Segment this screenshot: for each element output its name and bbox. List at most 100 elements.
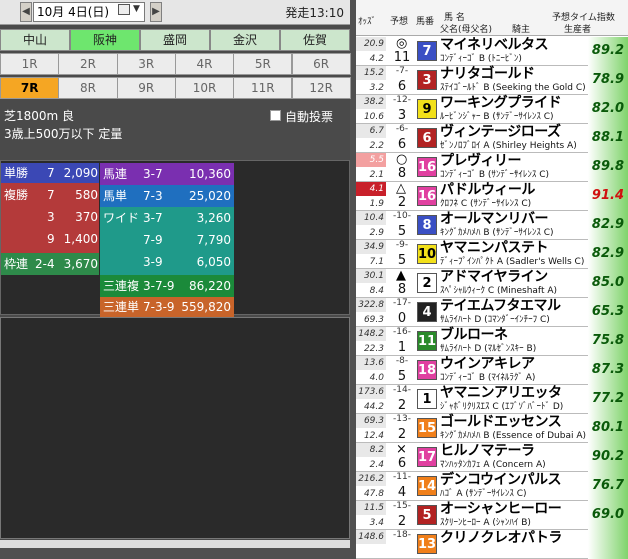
- tansho-num: 7: [47, 166, 55, 180]
- horse-name[interactable]: ナリタゴールド: [440, 66, 535, 82]
- table-row[interactable]: 148.2 22.3 -16- 1 11 ブルローネ ｻﾑﾗｲﾊｰﾄ D (ﾏﾙｾﾞﾝｽｷｰ…: [356, 327, 628, 356]
- race-tab[interactable]: 7R: [0, 77, 60, 99]
- horse-name[interactable]: パドルウィール: [440, 182, 535, 198]
- race-tab[interactable]: 12R: [291, 77, 351, 99]
- table-row[interactable]: 5.5 2.1 ○ 8 16 プレヴィリー ｺﾝﾃﾞｨｰｺﾞ B (ｻﾝﾃﾞｰｻｲﾚﾝｽ C…: [356, 153, 628, 182]
- race-tab[interactable]: 1R: [0, 53, 60, 75]
- horse-name[interactable]: ウインアキレア: [440, 356, 535, 372]
- table-row[interactable]: 10.4 2.9 -10- 5 8 オールマンリバー ｷﾝｸﾞｶﾒﾊﾒﾊ B (ｻﾝﾃﾞｰｻ…: [356, 211, 628, 240]
- horse-name[interactable]: マイネリベルタス: [440, 37, 549, 53]
- horse-name[interactable]: ゴールドエッセンス: [440, 414, 562, 430]
- horse-name[interactable]: オーシャンヒーロー: [440, 501, 562, 517]
- table-row[interactable]: 15.2 3.2 -7- 6 3 ナリタゴールド ｽﾃｲｺﾞｰﾙﾄﾞ B (Seeking …: [356, 66, 628, 95]
- horse-number: 9: [417, 99, 437, 119]
- win-odds: 173.6: [356, 385, 386, 399]
- table-row[interactable]: 69.3 12.4 -13- 2 15 ゴールドエッセンス ｷﾝｸﾞｶﾒﾊﾒﾊ B (Ess…: [356, 414, 628, 443]
- popularity: 0: [397, 311, 407, 326]
- table-row[interactable]: 13.6 4.0 -8- 5 18 ウインアキレア ｺﾝﾃﾞｨｰｺﾞ B (ﾏｲﾈﾙﾗｸﾞ …: [356, 356, 628, 385]
- horse-name[interactable]: クリノクレオパトラ: [440, 530, 562, 546]
- venue-tab[interactable]: 盛岡: [140, 29, 210, 51]
- horse-name[interactable]: デンコウインパルス: [440, 472, 561, 488]
- sire-info: ﾊｺﾞ A (ｻﾝﾃﾞｰｻｲﾚﾝｽ C): [440, 489, 527, 499]
- popularity: 2: [397, 398, 407, 413]
- umaren-num: 3-7: [143, 167, 163, 181]
- horse-name[interactable]: オールマンリバー: [440, 211, 549, 227]
- horse-name[interactable]: アドマイヤライン: [440, 269, 548, 285]
- tansho-label: 単勝: [4, 166, 29, 180]
- table-row[interactable]: 173.6 44.2 -14- 2 1 ヤマニンアリエッタ ｼﾞｬﾎﾞﾘｸﾘｽｴｽ C (ｴ…: [356, 385, 628, 414]
- venue-tab[interactable]: 阪神: [70, 29, 140, 51]
- horse-number: 16: [417, 157, 437, 177]
- horse-name[interactable]: ブルローネ: [440, 327, 508, 343]
- chevron-down-icon[interactable]: ▼: [133, 4, 140, 14]
- prediction-mark: ◎: [396, 36, 408, 51]
- index-value: 89.2: [588, 37, 628, 66]
- race-tab[interactable]: 5R: [233, 53, 293, 75]
- fukusho-amt: 1,400: [63, 232, 98, 246]
- race-tab[interactable]: 2R: [58, 53, 118, 75]
- table-row[interactable]: 38.2 10.6 -12- 3 9 ワーキングプライド ﾙｰﾋﾞﾝｼﾞｬｰ B (ｻﾝﾃﾞ…: [356, 95, 628, 124]
- horse-name[interactable]: プレヴィリー: [440, 153, 522, 169]
- horse-number: 18: [417, 360, 437, 380]
- win-odds: 216.2: [356, 472, 386, 486]
- venue-tab[interactable]: 佐賀: [280, 29, 350, 51]
- table-row[interactable]: 11.5 3.4 -15- 2 5 オーシャンヒーロー ｽｸﾘｰﾝﾋｰﾛｰ A (ｼｬﾝﾊｲ…: [356, 501, 628, 530]
- calendar-icon[interactable]: [118, 4, 130, 15]
- rank: -17-: [393, 298, 411, 308]
- sire-info: ｷﾝｸﾞｶﾒﾊﾒﾊ B (ｻﾝﾃﾞｰｻｲﾚﾝｽ C): [440, 228, 554, 238]
- horse-name[interactable]: ヤマニンアリエッタ: [440, 385, 562, 401]
- place-odds: 3.4: [369, 518, 384, 528]
- horse-name[interactable]: ヴィンテージローズ: [440, 124, 561, 140]
- wide-num: 7-9: [143, 233, 163, 247]
- rank: -12-: [393, 95, 411, 105]
- venue-tab[interactable]: 中山: [0, 29, 70, 51]
- place-odds: 3.2: [369, 83, 384, 93]
- place-odds: 22.3: [363, 344, 384, 354]
- table-row[interactable]: 6.7 2.2 -6- 6 6 ヴィンテージローズ ｾﾞﾝﾉﾛﾌﾞﾛｲ A (Shirley…: [356, 124, 628, 153]
- table-row[interactable]: 20.9 4.2 ◎ 11 7 マイネリベルタス ｺﾝﾃﾞｨｰｺﾞ B (ﾄﾆｰﾋﾞﾝ) 89…: [356, 37, 628, 66]
- race-tab[interactable]: 4R: [174, 53, 235, 75]
- rank: -8-: [395, 356, 409, 366]
- sire-info: ｽﾃｲｺﾞｰﾙﾄﾞ B (Seeking the Gold C): [440, 83, 586, 93]
- table-row[interactable]: 148.6 -18- 13 クリノクレオパトラ: [356, 530, 628, 559]
- race-tab[interactable]: 8R: [58, 77, 118, 99]
- race-tab[interactable]: 6R: [291, 53, 351, 75]
- index-value: 65.3: [588, 298, 628, 327]
- table-row[interactable]: 8.2 2.4 × 6 17 ヒルノマテーラ ﾏﾝﾊｯﾀﾝｶﾌｪ A (Concern A)…: [356, 443, 628, 472]
- table-row[interactable]: 30.1 8.4 ▲ 8 2 アドマイヤライン ｽﾍﾟｼｬﾙｳｨｰｸ C (Mineshaf…: [356, 269, 628, 298]
- toolbar: ◀ 10月 4日(日) ▼ ▶ 発走13:10: [0, 0, 350, 25]
- rank: -14-: [393, 385, 411, 395]
- popularity: 2: [397, 195, 407, 210]
- table-row[interactable]: 34.9 7.1 -9- 5 10 ヤマニンパステト ﾃﾞｨｰﾌﾟｲﾝﾊﾟｸﾄ A (Sad…: [356, 240, 628, 269]
- index-value: 80.1: [588, 414, 628, 443]
- table-row[interactable]: 216.2 47.8 -11- 4 14 デンコウインパルス ﾊｺﾞ A (ｻﾝﾃﾞｰｻｲﾚ…: [356, 472, 628, 501]
- horse-name[interactable]: テイエムフタエマル: [440, 298, 561, 314]
- prediction-mark: ▲: [396, 268, 406, 283]
- table-row[interactable]: 4.1 1.9 △ 2 16 パドルウィール ｸﾛﾌﾈ C (ｻﾝﾃﾞｰｻｲﾚﾝｽ C) 91…: [356, 182, 628, 211]
- horse-name[interactable]: ヒルノマテーラ: [440, 443, 535, 459]
- left-panel: ◀ 10月 4日(日) ▼ ▶ 発走13:10 中山 阪神 盛岡 金沢 佐賀 1R 2R 3…: [0, 0, 351, 548]
- horse-name[interactable]: ワーキングプライド: [440, 95, 562, 111]
- table-row[interactable]: 322.8 69.3 -17- 0 4 テイエムフタエマル ｻﾑﾗｲﾊｰﾄ D (ｺﾏﾝﾀﾞ…: [356, 298, 628, 327]
- win-odds: 38.2: [356, 95, 386, 109]
- index-value: 75.8: [588, 327, 628, 356]
- race-tab[interactable]: 10R: [174, 77, 235, 99]
- horse-number: 1: [417, 389, 437, 409]
- horse-name[interactable]: ヤマニンパステト: [440, 240, 549, 256]
- place-odds: 2.1: [369, 170, 384, 180]
- venue-tab[interactable]: 金沢: [210, 29, 280, 51]
- horse-number: 16: [417, 186, 437, 206]
- popularity: 5: [397, 224, 407, 239]
- prev-date-button[interactable]: ◀: [20, 2, 32, 22]
- next-date-button[interactable]: ▶: [150, 2, 162, 22]
- race-tab[interactable]: 9R: [116, 77, 176, 99]
- horse-number: 14: [417, 476, 437, 496]
- rank: -16-: [393, 327, 411, 337]
- index-value: 82.9: [588, 240, 628, 269]
- table-header: ｵｯｽﾞ 予想 馬番 馬 名 父名(母父名) 騎主 予想タイム指数 生産者: [356, 0, 628, 36]
- place-odds: [356, 545, 386, 559]
- auto-vote-checkbox[interactable]: [270, 110, 281, 121]
- race-tab[interactable]: 11R: [233, 77, 293, 99]
- race-tab[interactable]: 3R: [116, 53, 176, 75]
- rank: -18-: [393, 530, 411, 540]
